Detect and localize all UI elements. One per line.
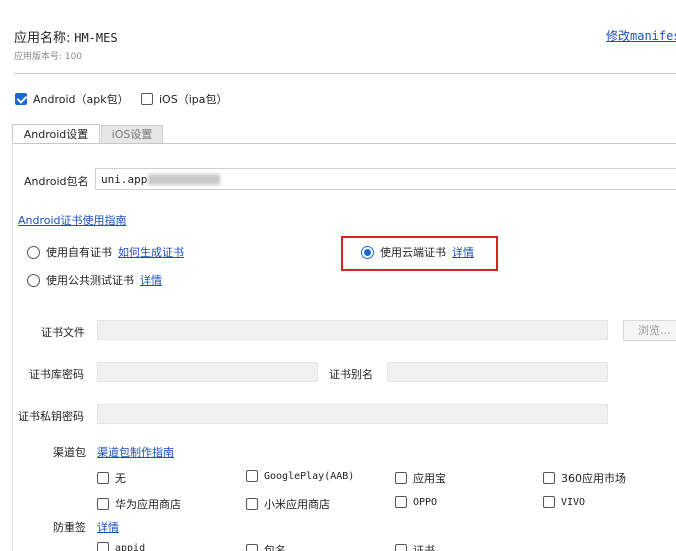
tab-divider <box>12 143 676 144</box>
channel-option-googleplay[interactable]: GooglePlay(AAB) <box>246 470 354 482</box>
keystore-password-input[interactable] <box>97 362 318 382</box>
browse-button[interactable]: 浏览... <box>623 320 676 341</box>
anti-repack-option-appid[interactable]: appid <box>97 542 145 551</box>
channel-option-vivo[interactable]: VIVO <box>543 496 585 508</box>
header-divider <box>14 73 676 74</box>
android-checkbox[interactable] <box>15 93 27 105</box>
version-label: 应用版本号: <box>14 52 63 62</box>
channel-option-yingyongbao[interactable]: 应用宝 <box>395 470 446 486</box>
app-name-value: HM-MES <box>74 31 118 45</box>
package-name-value: uni.app. <box>101 173 154 186</box>
channel-googleplay-label: GooglePlay(AAB) <box>264 470 355 482</box>
channel-option-huawei[interactable]: 华为应用商店 <box>97 496 181 512</box>
cert-cloud-label: 使用云端证书 <box>380 246 446 259</box>
cert-public-label: 使用公共测试证书 <box>46 274 134 287</box>
channel-option-360[interactable]: 360应用市场 <box>543 470 626 486</box>
channel-yingyongbao-label: 应用宝 <box>413 472 446 485</box>
anti-repack-package-checkbox[interactable] <box>246 544 258 551</box>
channel-option-none[interactable]: 无 <box>97 470 126 486</box>
cert-own-link[interactable]: 如何生成证书 <box>118 244 184 260</box>
app-name-label: 应用名称: <box>14 31 71 46</box>
channel-none-label: 无 <box>115 472 126 485</box>
cert-own-radio[interactable] <box>27 245 40 259</box>
channel-guide-link[interactable]: 渠道包制作指南 <box>97 444 174 460</box>
platform-ios[interactable]: iOS（ipa包） <box>141 91 227 107</box>
key-password-input[interactable] <box>97 404 608 424</box>
cert-file-label: 证书文件 <box>41 326 85 339</box>
anti-repack-option-cert[interactable]: 证书 <box>395 542 435 551</box>
channel-oppo-label: OPPO <box>413 496 438 508</box>
anti-repack-option-package[interactable]: 包名 <box>246 542 286 551</box>
tab-panel-left-border <box>12 143 13 551</box>
cert-alias-input[interactable] <box>387 362 608 382</box>
version-value: 100 <box>64 52 83 62</box>
channel-360-checkbox[interactable] <box>543 472 555 484</box>
channel-huawei-label: 华为应用商店 <box>115 498 181 511</box>
channel-oppo-checkbox[interactable] <box>395 496 407 508</box>
cert-own-label: 使用自有证书 <box>46 246 112 259</box>
channel-360-label: 360应用市场 <box>561 472 626 485</box>
app-name-row: 应用名称: HM-MES <box>14 27 118 46</box>
channel-option-oppo[interactable]: OPPO <box>395 496 437 508</box>
cert-public-radio[interactable] <box>27 273 40 287</box>
cert-file-input[interactable] <box>97 320 608 340</box>
channel-xiaomi-checkbox[interactable] <box>246 498 258 510</box>
ios-platform-label: iOS（ipa包） <box>159 93 228 106</box>
channel-label: 渠道包 <box>53 446 86 459</box>
version-row: 应用版本号: 100 <box>14 49 82 62</box>
keystore-password-label: 证书库密码 <box>29 368 84 381</box>
ios-checkbox[interactable] <box>141 93 153 105</box>
channel-xiaomi-label: 小米应用商店 <box>264 498 330 511</box>
channel-vivo-label: VIVO <box>561 496 586 508</box>
tab-android-settings[interactable]: Android设置 <box>12 124 100 144</box>
cert-alias-label: 证书别名 <box>329 368 373 381</box>
cert-cloud-radio[interactable] <box>361 245 374 259</box>
cert-option-cloud[interactable]: 使用云端证书 详情 <box>361 244 474 260</box>
channel-googleplay-checkbox[interactable] <box>246 470 258 482</box>
package-name-label: Android包名 <box>24 175 89 188</box>
package-name-redacted <box>148 174 220 185</box>
anti-repack-link[interactable]: 详情 <box>97 519 119 535</box>
anti-repack-appid-checkbox[interactable] <box>97 542 109 551</box>
channel-vivo-checkbox[interactable] <box>543 496 555 508</box>
tab-ios-settings[interactable]: iOS设置 <box>101 125 163 144</box>
cert-cloud-link[interactable]: 详情 <box>452 244 474 260</box>
cert-option-own[interactable]: 使用自有证书 如何生成证书 <box>27 244 184 260</box>
channel-yingyongbao-checkbox[interactable] <box>395 472 407 484</box>
anti-repack-appid-label: appid <box>115 542 146 551</box>
key-password-label: 证书私钥密码 <box>18 410 84 423</box>
android-cert-guide-link[interactable]: Android证书使用指南 <box>18 212 127 228</box>
anti-repack-package-label: 包名 <box>264 544 286 551</box>
android-platform-label: Android（apk包） <box>33 93 129 106</box>
anti-repack-cert-checkbox[interactable] <box>395 544 407 551</box>
cert-public-link[interactable]: 详情 <box>140 272 162 288</box>
channel-none-checkbox[interactable] <box>97 472 109 484</box>
channel-huawei-checkbox[interactable] <box>97 498 109 510</box>
anti-repack-label: 防重签 <box>53 521 86 534</box>
edit-manifest-link[interactable]: 修改manifest <box>606 27 676 44</box>
channel-option-xiaomi[interactable]: 小米应用商店 <box>246 496 330 512</box>
anti-repack-cert-label: 证书 <box>413 544 435 551</box>
package-name-input[interactable]: uni.app. <box>95 168 676 190</box>
platform-android[interactable]: Android（apk包） <box>15 91 129 107</box>
cert-option-public[interactable]: 使用公共测试证书 详情 <box>27 272 162 288</box>
